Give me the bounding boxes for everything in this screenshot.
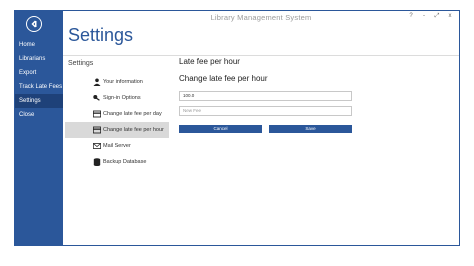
menu-item-label: Backup Database bbox=[103, 159, 147, 165]
sidebar-item-settings[interactable]: Settings bbox=[15, 94, 63, 108]
sidebar-item-export[interactable]: Export bbox=[15, 66, 63, 80]
menu-item-late-fee-per-day[interactable]: Change late fee per day bbox=[65, 106, 169, 122]
sidebar: Home Librarians Export Track Late Fees S… bbox=[15, 11, 63, 245]
sidebar-item-librarians[interactable]: Librarians bbox=[15, 52, 63, 66]
settings-menu: Your information Sign-in Options Change … bbox=[65, 74, 169, 170]
menu-item-label: Sign-in Options bbox=[103, 95, 141, 101]
menu-item-sign-in-options[interactable]: Sign-in Options bbox=[65, 90, 169, 106]
save-button[interactable]: Save bbox=[269, 125, 352, 133]
title-bar: Library Management System ? - ⤢ x bbox=[63, 11, 459, 25]
app-title: Library Management System bbox=[210, 13, 312, 22]
help-icon[interactable]: ? bbox=[408, 13, 414, 20]
back-arrow-icon bbox=[31, 20, 37, 28]
sidebar-item-home[interactable]: Home bbox=[15, 38, 63, 52]
menu-item-mail-server[interactable]: Mail Server bbox=[65, 138, 169, 154]
menu-item-late-fee-per-hour[interactable]: Change late fee per hour bbox=[65, 122, 169, 138]
restore-icon[interactable]: ⤢ bbox=[434, 13, 440, 20]
sidebar-item-track-late-fees[interactable]: Track Late Fees bbox=[15, 80, 63, 94]
database-icon bbox=[93, 158, 101, 166]
sidebar-nav: Home Librarians Export Track Late Fees S… bbox=[15, 38, 63, 122]
back-button[interactable] bbox=[26, 16, 42, 32]
mail-icon bbox=[93, 143, 101, 149]
menu-item-label: Change late fee per hour bbox=[103, 127, 164, 133]
minimize-icon[interactable]: - bbox=[421, 13, 427, 20]
user-icon bbox=[93, 78, 101, 86]
settings-menu-heading: Settings bbox=[68, 60, 94, 67]
menu-item-label: Mail Server bbox=[103, 143, 131, 149]
panel-subtitle: Change late fee per hour bbox=[179, 74, 268, 83]
panel-title: Late fee per hour bbox=[179, 57, 240, 66]
header-divider bbox=[63, 55, 459, 56]
page-title: Settings bbox=[68, 25, 134, 45]
card-icon bbox=[93, 110, 101, 118]
menu-item-label: Your information bbox=[103, 79, 143, 85]
menu-item-your-information[interactable]: Your information bbox=[65, 74, 169, 90]
cancel-button[interactable]: Cancel bbox=[179, 125, 262, 133]
menu-item-label: Change late fee per day bbox=[103, 111, 162, 117]
menu-item-backup-database[interactable]: Backup Database bbox=[65, 154, 169, 170]
sidebar-item-close[interactable]: Close bbox=[15, 108, 63, 122]
new-fee-input[interactable]: New Fee bbox=[179, 106, 352, 116]
card-icon bbox=[93, 126, 101, 134]
window-controls: ? - ⤢ x bbox=[408, 13, 453, 20]
current-fee-field[interactable]: 100.0 bbox=[179, 91, 352, 101]
key-icon bbox=[93, 95, 100, 101]
close-icon[interactable]: x bbox=[447, 13, 453, 20]
app-window: Home Librarians Export Track Late Fees S… bbox=[14, 10, 460, 246]
